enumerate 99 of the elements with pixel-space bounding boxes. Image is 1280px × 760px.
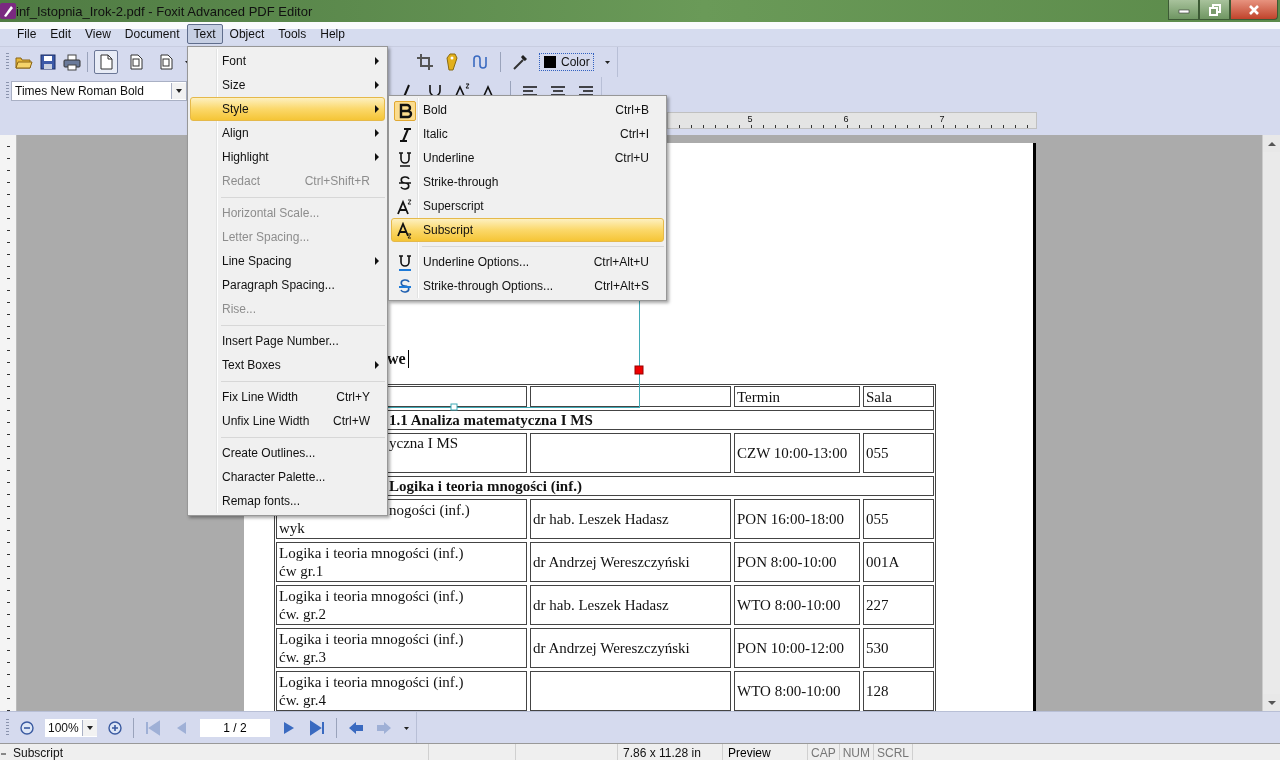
menu-item[interactable]: Italic Ctrl+I <box>391 122 664 146</box>
menu-item[interactable]: Tools <box>271 24 314 44</box>
window-title: inf_Istopnia_Irok-2.pdf - Foxit Advanced PDF Editor <box>16 3 314 19</box>
table-cell: 227 <box>863 585 934 625</box>
table-cell: dr Andrzej Wereszczyński <box>530 542 731 582</box>
column-header: Sala <box>863 386 934 407</box>
submenu-arrow-icon <box>374 56 380 66</box>
underline-icon <box>397 254 413 272</box>
save-icon[interactable] <box>39 53 57 71</box>
subscript-icon <box>397 222 413 240</box>
page-number-field[interactable]: 1 / 2 <box>200 718 270 737</box>
table-cell: 055 <box>863 433 934 473</box>
restore-button[interactable] <box>1199 0 1230 20</box>
page-icon <box>97 53 115 71</box>
table-cell: Logika i teoria mnogości (inf.) ćw. gr.2 <box>276 585 527 625</box>
crop-icon[interactable] <box>416 53 434 71</box>
status-message: Subscript <box>8 744 429 760</box>
key-indicator: CAP <box>808 744 840 760</box>
superscript-icon <box>397 198 413 216</box>
bold-icon <box>397 102 413 120</box>
menu-item[interactable]: View <box>78 24 118 44</box>
table-cell: PON 10:00-12:00 <box>734 628 860 668</box>
table-cell: 128 <box>863 671 934 711</box>
color-swatch-icon <box>543 55 557 69</box>
table-cell: dr Andrzej Wereszczyński <box>530 628 731 668</box>
submenu-arrow-icon <box>374 360 380 370</box>
menu-item[interactable]: Underline Options... Ctrl+Alt+U <box>391 250 664 274</box>
italic-icon <box>397 126 413 144</box>
menu-item[interactable]: Object <box>222 24 272 44</box>
menu-item[interactable]: Bold Ctrl+B <box>391 98 664 122</box>
curve-icon[interactable] <box>472 53 490 71</box>
table-cell: dr hab. Leszek Hadasz <box>530 499 731 539</box>
key-indicator: NUM <box>839 744 874 760</box>
menu-item[interactable]: Insert Page Number... <box>190 329 385 353</box>
key-indicator: SCRL <box>874 744 914 760</box>
menu-item[interactable]: File <box>10 24 44 44</box>
menu-item[interactable]: Align <box>190 121 385 145</box>
column-header: Termin <box>734 386 860 407</box>
menu-item[interactable]: Text Boxes <box>190 353 385 377</box>
menu-item[interactable]: Paragraph Spacing... <box>190 273 385 297</box>
restore-icon <box>1207 3 1222 16</box>
menu-item[interactable]: Subscript <box>391 218 664 242</box>
submenu-arrow-icon <box>374 128 380 138</box>
table-cell: 530 <box>863 628 934 668</box>
table-cell: WTO 8:00-10:00 <box>734 671 860 711</box>
table-cell: PON 16:00-18:00 <box>734 499 860 539</box>
page-icon <box>127 53 145 71</box>
table-cell: WTO 8:00-10:00 <box>734 585 860 625</box>
app-icon <box>0 3 16 19</box>
last-page-icon[interactable] <box>308 718 326 737</box>
menu-item[interactable]: Underline Ctrl+U <box>391 146 664 170</box>
table-cell: dr hab. Leszek Hadasz <box>530 585 731 625</box>
page-icon <box>157 53 175 71</box>
table-cell: 001A <box>863 542 934 582</box>
page-size: 7.86 x 11.28 in <box>618 744 723 760</box>
menu-item[interactable]: Line Spacing <box>190 249 385 273</box>
submenu-arrow-icon <box>374 104 380 114</box>
menu-item[interactable]: Edit <box>43 24 79 44</box>
menu-item[interactable]: Size <box>190 73 385 97</box>
menu-item[interactable]: Help <box>313 24 352 44</box>
page-view-button[interactable] <box>94 50 118 74</box>
underline-icon <box>397 150 413 168</box>
menu-item[interactable]: Document <box>117 24 187 44</box>
ruler-label: 5 <box>746 112 754 126</box>
menu-item[interactable]: Strike-through <box>391 170 664 194</box>
minimize-button[interactable] <box>1168 0 1199 20</box>
font-dropdown[interactable]: Times New Roman Bold <box>11 81 187 101</box>
table-cell: Logika i teoria mnogości (inf.) ćw. gr.4 <box>276 671 527 711</box>
scrollbar[interactable] <box>1262 135 1280 711</box>
menu-item[interactable]: Superscript <box>391 194 664 218</box>
view-mode: Preview <box>723 744 808 760</box>
menu-item[interactable]: Font <box>190 49 385 73</box>
submenu-arrow-icon <box>374 256 380 266</box>
color-button[interactable]: Color <box>539 53 594 71</box>
menu-item[interactable]: Text <box>186 24 223 44</box>
ruler-label: 6 <box>842 112 850 126</box>
table-cell: 055 <box>863 499 934 539</box>
scroll-up-icon <box>1266 139 1277 148</box>
zoom-in-icon[interactable] <box>107 719 123 736</box>
strikethrough-icon <box>397 278 413 296</box>
print-icon[interactable] <box>63 53 81 71</box>
ruler-label: 7 <box>938 112 946 126</box>
table-cell: CZW 10:00-13:00 <box>734 433 860 473</box>
close-icon <box>1247 3 1261 16</box>
eyedropper-icon[interactable] <box>511 53 529 71</box>
zoom-dropdown[interactable]: 100% <box>45 718 97 737</box>
menu-item[interactable]: Fix Line Width Ctrl+Y <box>190 385 385 409</box>
menu-item[interactable]: Strike-through Options... Ctrl+Alt+S <box>391 274 664 298</box>
scroll-down-icon <box>1266 698 1277 707</box>
table-cell: Logika i teoria mnogości (inf.) ćw. gr.3 <box>276 628 527 668</box>
table-cell: Logika i teoria mnogości (inf.) ćw gr.1 <box>276 542 527 582</box>
zoom-out-icon[interactable] <box>19 719 35 736</box>
submenu-arrow-icon <box>374 152 380 162</box>
close-button[interactable] <box>1230 0 1278 20</box>
strikethrough-icon <box>397 174 413 192</box>
menu-item[interactable]: Style <box>190 97 385 121</box>
menu-item[interactable]: Highlight <box>190 145 385 169</box>
table-cell: PON 8:00-10:00 <box>734 542 860 582</box>
submenu-arrow-icon <box>374 80 380 90</box>
